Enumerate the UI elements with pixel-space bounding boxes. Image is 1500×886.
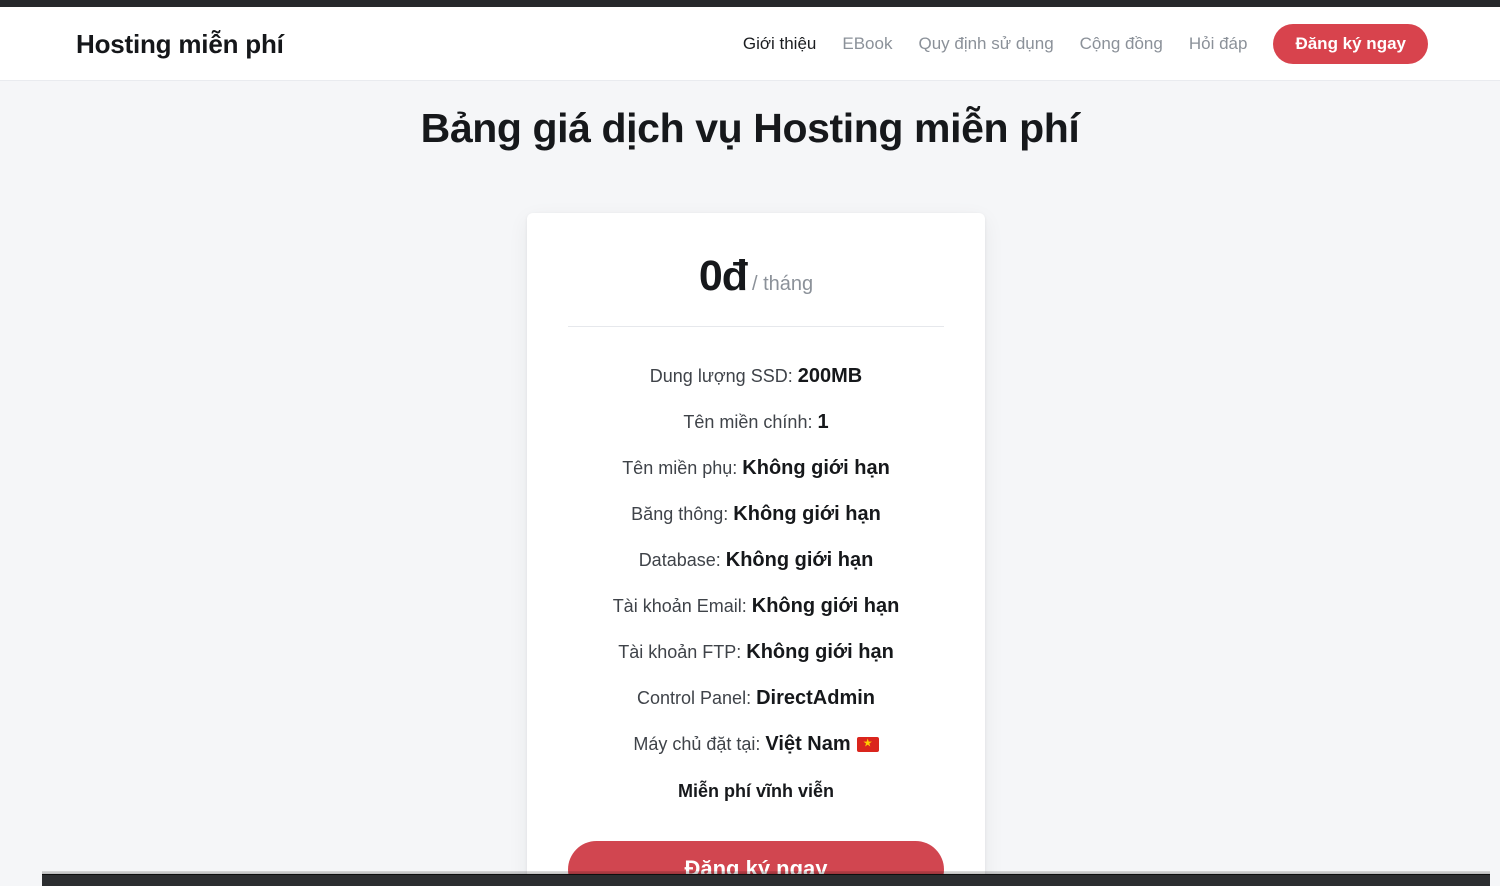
page-content: Bảng giá dịch vụ Hosting miễn phí 0đ / th… bbox=[0, 81, 1500, 886]
feature-row-note: Miễn phí vĩnh viễn bbox=[677, 781, 834, 801]
feature-value: Không giới hạn bbox=[742, 456, 890, 479]
nav-item-quy-dinh-su-dung[interactable]: Quy định sử dụng bbox=[905, 35, 1066, 52]
price-period: / tháng bbox=[752, 273, 814, 295]
page-title: Bảng giá dịch vụ Hosting miễn phí bbox=[420, 105, 1080, 151]
feature-row-main-domain: Tên miền chính: 1 bbox=[547, 399, 965, 445]
feature-label: Database: bbox=[638, 549, 721, 570]
price-header: 0đ / tháng bbox=[547, 249, 965, 300]
feature-label: Tên miền phụ: bbox=[622, 457, 738, 478]
feature-row-ftp-account: Tài khoản FTP: Không giới hạn bbox=[547, 629, 965, 675]
nav-item-cong-dong[interactable]: Cộng đồng bbox=[1067, 35, 1176, 52]
site-header: Hosting miễn phí Giới thiệu EBook Quy đị… bbox=[0, 7, 1500, 81]
price-amount: 0đ bbox=[698, 252, 748, 300]
feature-value: Không giới hạn bbox=[746, 640, 894, 663]
header-register-button[interactable]: Đăng ký ngay bbox=[1273, 23, 1428, 64]
feature-value: 200MB bbox=[797, 364, 863, 387]
feature-label: Tài khoản Email: bbox=[612, 595, 747, 616]
feature-label: Băng thông: bbox=[631, 503, 729, 524]
nav-item-hoi-dap[interactable]: Hỏi đáp bbox=[1176, 35, 1261, 52]
feature-label: Dung lượng SSD: bbox=[649, 365, 793, 386]
browser-top-bar bbox=[0, 0, 1500, 7]
feature-value: Không giới hạn bbox=[751, 594, 900, 617]
feature-label: Máy chủ đặt tại: bbox=[633, 733, 761, 754]
feature-row-ssd: Dung lượng SSD: 200MB bbox=[547, 353, 965, 399]
feature-value: Không giới hạn bbox=[725, 548, 874, 571]
pricing-card: 0đ / tháng Dung lượng SSD: 200MB Tên miền… bbox=[527, 213, 985, 886]
feature-row-email-account: Tài khoản Email: Không giới hạn bbox=[547, 583, 965, 629]
feature-row-sub-domain: Tên miền phụ: Không giới hạn bbox=[547, 445, 965, 491]
feature-row-bandwidth: Băng thông: Không giới hạn bbox=[547, 491, 965, 537]
feature-value: DirectAdmin bbox=[756, 686, 875, 709]
nav-item-gioi-thieu[interactable]: Giới thiệu bbox=[730, 35, 830, 52]
feature-value: Không giới hạn bbox=[733, 502, 881, 525]
browser-bottom-bar bbox=[42, 871, 1490, 886]
feature-label: Control Panel: bbox=[637, 687, 752, 708]
vietnam-flag-icon bbox=[856, 736, 879, 752]
feature-row-database: Database: Không giới hạn bbox=[547, 537, 965, 583]
feature-list: Dung lượng SSD: 200MB Tên miền chính: 1 … bbox=[547, 327, 965, 813]
feature-label: Tên miền chính: bbox=[683, 411, 813, 432]
feature-row-server-location: Máy chủ đặt tại: Việt Nam bbox=[547, 721, 965, 767]
feature-value: 1 bbox=[817, 410, 829, 433]
site-logo[interactable]: Hosting miễn phí bbox=[76, 31, 284, 57]
main-navigation: Giới thiệu EBook Quy định sử dụng Cộng đ… bbox=[730, 23, 1428, 64]
feature-row-control-panel: Control Panel: DirectAdmin bbox=[547, 675, 965, 721]
nav-item-ebook[interactable]: EBook bbox=[829, 35, 905, 52]
feature-value: Việt Nam bbox=[765, 732, 851, 755]
feature-label: Tài khoản FTP: bbox=[618, 641, 742, 662]
